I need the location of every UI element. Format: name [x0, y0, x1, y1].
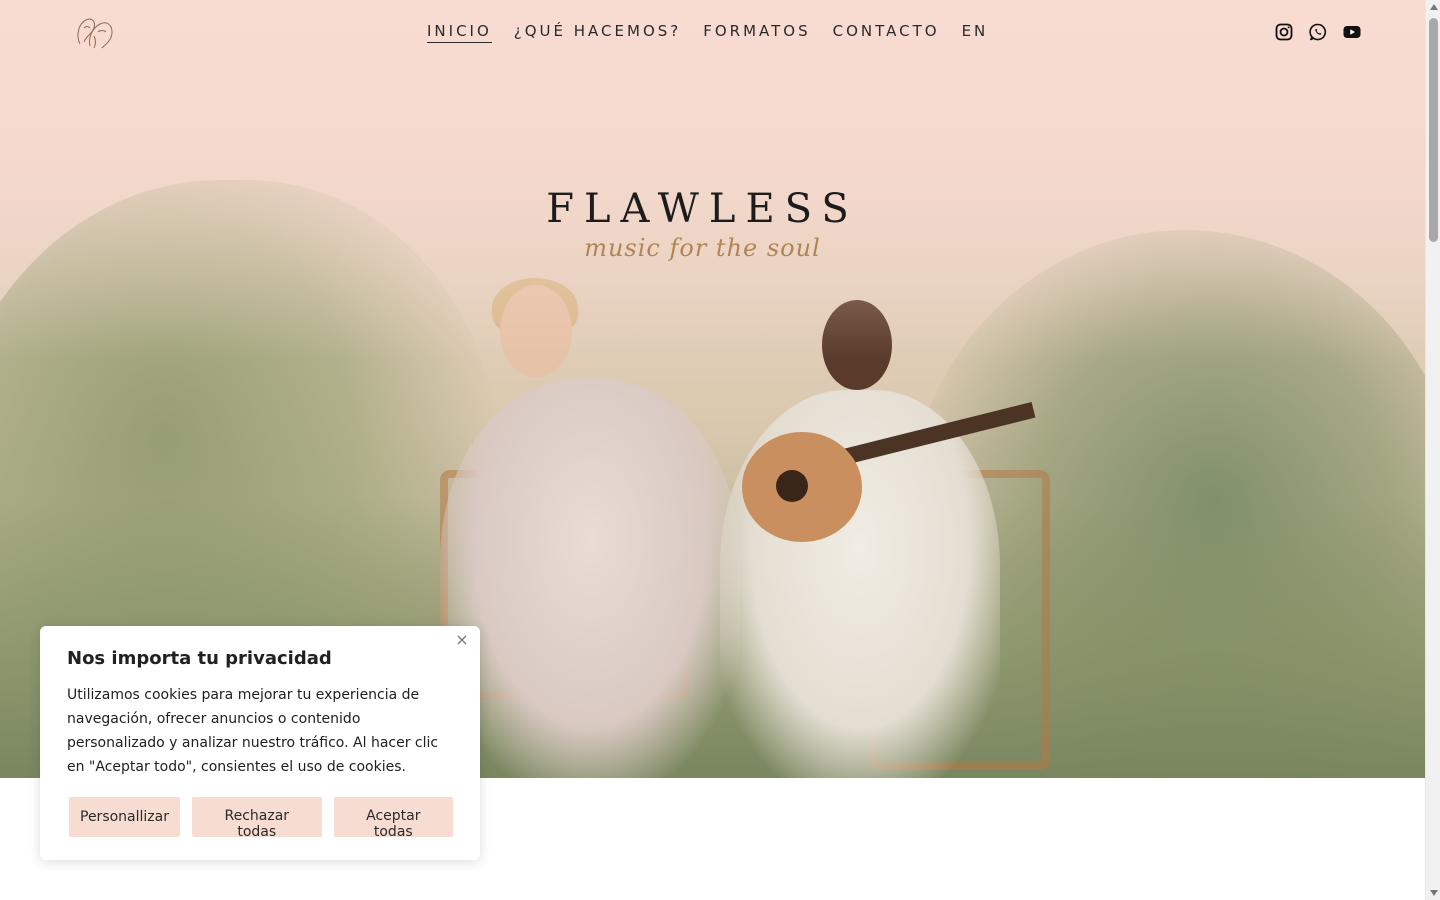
nav-menu: INICIO ¿QUÉ HACEMOS? FORMATOS CONTACTO E… [427, 22, 1010, 43]
scroll-up-icon[interactable] [1429, 4, 1438, 10]
nav-link-contacto[interactable]: CONTACTO [833, 22, 940, 43]
brand-title: FLAWLESS [546, 186, 859, 232]
page: FLAWLESS music for the soul INICIO ¿QUÉ … [0, 0, 1440, 900]
logo-icon[interactable] [72, 14, 118, 50]
close-icon[interactable]: × [452, 630, 472, 650]
scroll-down-icon[interactable] [1429, 890, 1438, 896]
accept-all-cookies-button[interactable]: Aceptar todas [333, 797, 453, 840]
cookie-consent-dialog: × Nos importa tu privacidad Utilizamos c… [40, 626, 480, 860]
whatsapp-icon[interactable] [1308, 22, 1328, 42]
instagram-icon[interactable] [1274, 22, 1294, 42]
top-nav: INICIO ¿QUÉ HACEMOS? FORMATOS CONTACTO E… [0, 0, 1425, 66]
reject-all-cookies-button[interactable]: Rechazar todas [191, 797, 322, 840]
guitar-soundhole [776, 470, 808, 502]
nav-link-inicio[interactable]: INICIO [427, 22, 492, 43]
singer-left [440, 380, 740, 778]
nav-link-formatos[interactable]: FORMATOS [703, 22, 810, 43]
cookie-description: Utilizamos cookies para mejorar tu exper… [67, 687, 439, 775]
cookie-title: Nos importa tu privacidad [67, 648, 332, 669]
cookie-buttons: Personallizar Rechazar todas Aceptar tod… [69, 797, 453, 840]
nav-link-que-hacemos[interactable]: ¿QUÉ HACEMOS? [514, 22, 681, 43]
customize-cookies-button[interactable]: Personallizar [69, 797, 180, 837]
scroll-thumb[interactable] [1429, 18, 1438, 242]
brand-tagline: music for the soul [584, 234, 821, 262]
nav-link-language-en[interactable]: EN [962, 22, 989, 43]
youtube-icon[interactable] [1342, 22, 1362, 42]
page-scrollbar[interactable] [1425, 0, 1440, 900]
